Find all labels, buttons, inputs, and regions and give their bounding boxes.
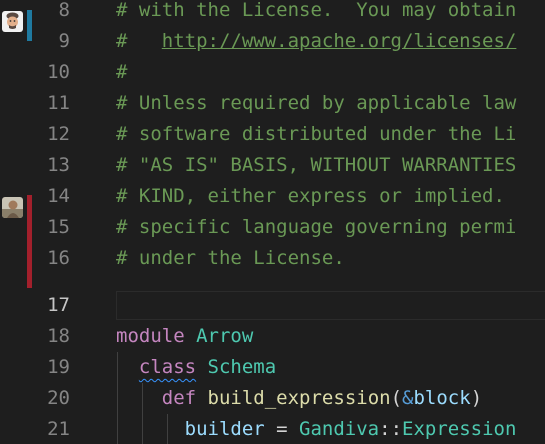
paren-open: ( <box>390 387 403 409</box>
code-editor[interactable]: 8 # with the License. You may obtain 9 #… <box>0 0 545 444</box>
class-name: Expression <box>402 418 517 440</box>
code-line[interactable]: 19 class Schema <box>0 352 545 383</box>
code-line[interactable]: 18 module Arrow <box>0 321 545 352</box>
line-number: 17 <box>47 294 70 316</box>
code-line[interactable]: 8 # with the License. You may obtain <box>0 0 545 26</box>
code-line[interactable]: 12 # software distributed under the Li <box>0 119 545 150</box>
module-name: Arrow <box>196 325 254 347</box>
line-number: 21 <box>47 418 70 440</box>
code-line-current[interactable]: 17 <box>0 290 545 321</box>
param-name: block <box>413 387 471 409</box>
class-name: Schema <box>207 356 277 378</box>
code-line[interactable]: 21 builder = Gandiva::Expression <box>0 414 545 444</box>
line-number: 18 <box>47 325 70 347</box>
comment-text: # with the License. You may obtain <box>116 0 517 21</box>
keyword-with-squiggle[interactable]: class <box>139 356 196 378</box>
block-ampersand: & <box>402 387 414 409</box>
line-number: 20 <box>47 387 70 409</box>
scope-operator: :: <box>379 418 403 440</box>
code-line[interactable]: 9 # http://www.apache.org/licenses/ <box>0 26 545 57</box>
line-number: 9 <box>58 30 70 52</box>
code-line[interactable]: 11 # Unless required by applicable law <box>0 88 545 119</box>
line-number: 10 <box>47 61 70 83</box>
comment-text: # specific language governing permi <box>116 216 517 238</box>
code-line[interactable]: 15 # specific language governing permi <box>0 212 545 243</box>
line-number: 14 <box>47 185 70 207</box>
code-line[interactable]: 14 # KIND, either express or implied. <box>0 181 545 212</box>
assign-operator: = <box>264 418 300 440</box>
line-number: 16 <box>47 247 70 269</box>
line-number: 12 <box>47 123 70 145</box>
line-number: 8 <box>58 0 70 21</box>
line-number: 11 <box>47 92 70 114</box>
code-line[interactable]: 20 def build_expression(&block) <box>0 383 545 414</box>
function-name: build_expression <box>207 387 391 409</box>
comment-text: # software distributed under the Li <box>116 123 517 145</box>
keyword: module <box>116 325 185 347</box>
comment-text: # under the License. <box>116 247 345 269</box>
line-number: 15 <box>47 216 70 238</box>
license-link[interactable]: http://www.apache.org/licenses/ <box>162 30 517 52</box>
paren-close: ) <box>470 387 483 409</box>
code-line[interactable]: 16 # under the License. <box>0 243 545 274</box>
variable-name: builder <box>184 418 265 440</box>
comment-text: # <box>116 30 162 52</box>
line-number: 13 <box>47 154 70 176</box>
comment-text: # Unless required by applicable law <box>116 92 517 114</box>
line-number: 19 <box>47 356 70 378</box>
comment-text: # "AS IS" BASIS, WITHOUT WARRANTIES <box>116 154 517 176</box>
comment-text: # KIND, either express or implied. <box>116 185 505 207</box>
comment-text: # <box>116 61 128 83</box>
keyword: def <box>161 387 197 409</box>
namespace-name: Gandiva <box>299 418 380 440</box>
code-line[interactable]: 13 # "AS IS" BASIS, WITHOUT WARRANTIES <box>0 150 545 181</box>
code-line[interactable]: 10 # <box>0 57 545 88</box>
